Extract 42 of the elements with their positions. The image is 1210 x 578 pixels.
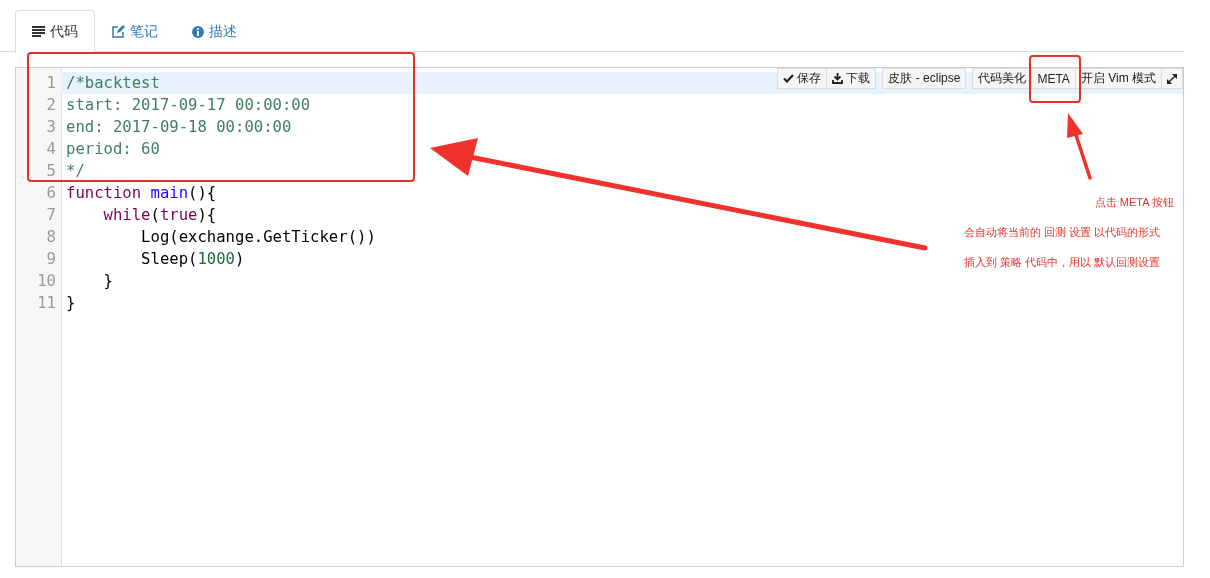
toolbar-button[interactable]: 开启 Vim 模式	[1074, 68, 1162, 89]
code-line: end: 2017-09-18 00:00:00	[65, 117, 292, 138]
line-number: 6	[45, 183, 57, 204]
line-number: 3	[45, 117, 57, 138]
annotation-note: 点击 META 按钮	[1094, 195, 1174, 210]
code-line: */	[65, 161, 85, 182]
fullscreen-button[interactable]	[1161, 68, 1183, 89]
code-line: Log(exchange.GetTicker())	[140, 227, 376, 248]
code-line: }	[102, 271, 113, 292]
line-number: 7	[45, 205, 57, 226]
line-number: 5	[45, 161, 57, 182]
line-number: 10	[36, 271, 57, 292]
list-icon	[32, 26, 45, 37]
code-line: /*backtest	[65, 73, 160, 94]
toolbar-button[interactable]: 皮肤 - eclipse	[882, 68, 967, 89]
expand-icon	[1167, 73, 1177, 84]
download-icon	[832, 73, 844, 84]
line-number: 1	[16, 72, 61, 94]
code-line: }	[65, 293, 76, 314]
toolbar-button[interactable]: 下载	[826, 68, 877, 89]
edit-icon	[112, 25, 125, 38]
highlight-frame	[1029, 55, 1081, 103]
code-line: Sleep(1000)	[140, 249, 245, 270]
toolbar-button[interactable]: 保存	[777, 68, 828, 89]
annotation-note: 会自动将当前的 回测 设置 以代码的形式	[963, 225, 1160, 240]
annotation-note: 插入到 策略 代码中，用以 默认回测设置	[963, 255, 1160, 270]
code-line: period: 60	[65, 139, 160, 160]
line-number: 4	[45, 139, 57, 160]
line-number: 9	[45, 249, 57, 270]
toolbar-button[interactable]: META	[1031, 68, 1076, 89]
line-number: 8	[45, 227, 57, 248]
tab[interactable]: 代码	[15, 10, 95, 53]
info-icon	[192, 25, 204, 38]
arrow	[1067, 113, 1092, 180]
tab[interactable]: 笔记	[95, 10, 175, 53]
line-number: 11	[36, 293, 57, 314]
code-line: function main(){	[65, 183, 217, 204]
tab[interactable]: 描述	[175, 10, 254, 53]
line-number: 2	[45, 95, 57, 116]
code-line: start: 2017-09-17 00:00:00	[65, 95, 311, 116]
code-line: while(true){	[102, 205, 217, 226]
check-icon	[783, 74, 795, 83]
